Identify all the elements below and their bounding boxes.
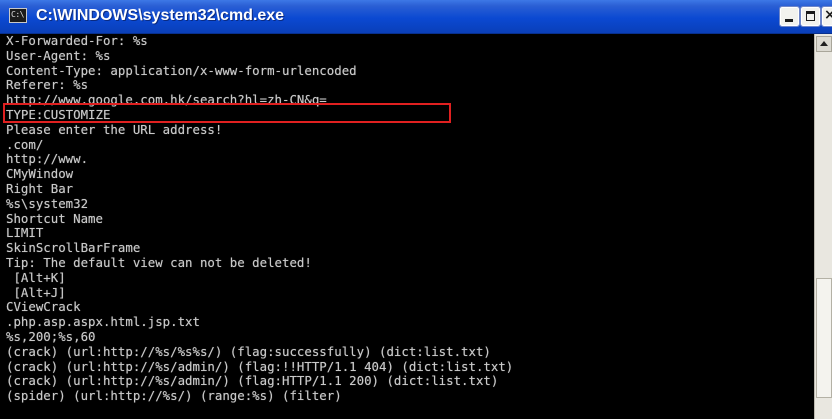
console-line: Content-Type: application/x-www-form-url… (6, 62, 357, 78)
maximize-button[interactable] (800, 6, 821, 27)
console-line: Referer: %s (6, 77, 89, 93)
console-line: [Alt+K] (6, 269, 66, 285)
close-button[interactable]: × (821, 6, 832, 27)
minimize-button[interactable] (779, 6, 800, 27)
console-line: User-Agent: %s (6, 47, 111, 63)
console-line: Please enter the URL address! (6, 121, 223, 137)
console-line: (crack) (url:http://%s/admin/) (flag:!!H… (6, 358, 514, 374)
console-line: [Alt+J] (6, 284, 66, 300)
console-line: .php.asp.aspx.html.jsp.txt (6, 314, 200, 330)
console-line: CMyWindow (6, 166, 74, 182)
close-icon: × (824, 7, 832, 23)
console-line: X-Forwarded-For: %s (6, 34, 148, 48)
console-line: (spider) (url:http://%s/) (range:%s) (fi… (6, 388, 342, 404)
console-line: %s\system32 (6, 195, 89, 211)
console-line: %s,200;%s,60 (6, 328, 96, 344)
console-line: Tip: The default view can not be deleted… (6, 254, 312, 270)
console-line: CViewCrack (6, 299, 81, 315)
console-lines: X-Forwarded-For: %s User-Agent: %s Content… (6, 34, 513, 404)
console-line: (crack) (url:http://%s/%s%s/) (flag:succ… (6, 343, 491, 359)
console-line: Shortcut Name (6, 210, 103, 226)
cmd-window: C:\ C:\WINDOWS\system32\cmd.exe × X-Forw… (0, 0, 832, 419)
cmd-icon[interactable]: C:\ (9, 8, 27, 23)
title-bar[interactable]: C:\ C:\WINDOWS\system32\cmd.exe × (0, 0, 832, 34)
console-line: .com/ (6, 136, 44, 152)
minimize-icon (785, 19, 793, 22)
scroll-thumb[interactable] (816, 278, 832, 398)
maximize-icon (806, 11, 815, 21)
console-line: SkinScrollBarFrame (6, 240, 141, 256)
console-line: (crack) (url:http://%s/admin/) (flag:HTT… (6, 373, 499, 389)
console-output[interactable]: X-Forwarded-For: %s User-Agent: %s Content… (0, 34, 814, 419)
vertical-scrollbar[interactable] (814, 34, 832, 419)
cmd-icon-label: C:\ (11, 10, 24, 19)
console-line: http://www. (6, 151, 89, 167)
console-line: Right Bar (6, 180, 74, 196)
window-title: C:\WINDOWS\system32\cmd.exe (36, 7, 285, 24)
url-highlight-box (3, 103, 451, 123)
scroll-up-button[interactable] (816, 36, 832, 52)
console-line: LIMIT (6, 225, 44, 241)
